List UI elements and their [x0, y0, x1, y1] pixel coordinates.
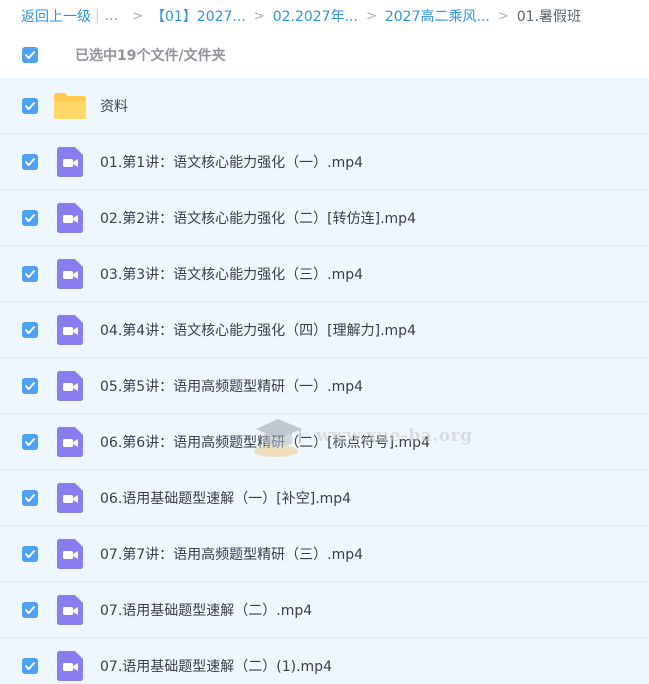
file-name[interactable]: 05.第5讲：语用高频题型精研（一）.mp4: [100, 376, 363, 396]
video-icon-wrap: [53, 369, 87, 403]
video-file-icon: [57, 202, 83, 233]
breadcrumb-item-2[interactable]: 02.2027年...: [273, 6, 358, 26]
file-checkbox[interactable]: [22, 209, 38, 226]
checkmark-icon: [25, 269, 35, 278]
back-link[interactable]: 返回上一级: [21, 6, 91, 26]
file-row[interactable]: 04.第4讲：语文核心能力强化（四）[理解力].mp4: [0, 302, 649, 358]
checkmark-icon: [25, 325, 35, 334]
checkmark-icon: [25, 549, 35, 558]
select-all-bar: 已选中19个文件/文件夹: [0, 32, 649, 78]
checkmark-icon: [25, 157, 35, 166]
file-row[interactable]: 01.第1讲：语文核心能力强化（一）.mp4: [0, 134, 649, 190]
file-browser: 返回上一级 | ... > 【01】2027... > 02.2027年... …: [0, 0, 649, 684]
video-file-icon: [57, 146, 83, 177]
file-name[interactable]: 06.第6讲：语用高频题型精研（二）[标点符号].mp4: [100, 432, 430, 452]
file-checkbox[interactable]: [22, 321, 38, 338]
file-checkbox[interactable]: [22, 545, 38, 562]
video-file-icon: [57, 314, 83, 345]
video-icon-wrap: [53, 145, 87, 179]
file-checkbox[interactable]: [22, 489, 38, 506]
file-name[interactable]: 07.第7讲：语用高频题型精研（三）.mp4: [100, 544, 363, 564]
file-name[interactable]: 07.语用基础题型速解（二）(1).mp4: [100, 656, 332, 676]
file-list: 资料 01.第1讲：语文核心能力强化（一）.mp4 02.第2讲：语文核心能力强化（…: [0, 78, 649, 684]
checkmark-icon: [25, 661, 35, 670]
file-checkbox[interactable]: [22, 153, 38, 170]
checkmark-icon: [25, 605, 35, 614]
file-checkbox[interactable]: [22, 265, 38, 282]
checkmark-icon: [25, 381, 35, 390]
checkmark-icon: [25, 213, 35, 222]
file-name[interactable]: 02.第2讲：语文核心能力强化（二）[转仿连].mp4: [100, 208, 416, 228]
file-checkbox[interactable]: [22, 377, 38, 394]
chevron-right-icon: >: [497, 8, 509, 24]
file-name[interactable]: 03.第3讲：语文核心能力强化（三）.mp4: [100, 264, 363, 284]
video-icon-wrap: [53, 425, 87, 459]
file-row[interactable]: 07.第7讲：语用高频题型精研（三）.mp4: [0, 526, 649, 582]
chevron-right-icon: >: [132, 8, 143, 24]
file-name[interactable]: 资料: [100, 96, 128, 116]
file-row[interactable]: 02.第2讲：语文核心能力强化（二）[转仿连].mp4: [0, 190, 649, 246]
video-icon-wrap: [53, 649, 87, 683]
file-row[interactable]: 05.第5讲：语用高频题型精研（一）.mp4: [0, 358, 649, 414]
breadcrumb-ellipsis[interactable]: ...: [105, 8, 118, 24]
video-icon-wrap: [53, 201, 87, 235]
video-icon-wrap: [53, 481, 87, 515]
checkmark-icon: [25, 437, 35, 446]
file-checkbox[interactable]: [22, 433, 38, 450]
file-checkbox[interactable]: [22, 97, 38, 114]
folder-icon-wrap: [53, 89, 87, 123]
chevron-right-icon: >: [253, 8, 265, 24]
file-name[interactable]: 01.第1讲：语文核心能力强化（一）.mp4: [100, 152, 363, 172]
file-row[interactable]: 07.语用基础题型速解（二）.mp4: [0, 582, 649, 638]
breadcrumb: 返回上一级 | ... > 【01】2027... > 02.2027年... …: [0, 0, 649, 32]
file-row[interactable]: 03.第3讲：语文核心能力强化（三）.mp4: [0, 246, 649, 302]
checkmark-icon: [25, 101, 35, 110]
breadcrumb-item-3[interactable]: 2027高二乘风...: [385, 6, 490, 26]
video-file-icon: [57, 650, 83, 681]
file-name[interactable]: 04.第4讲：语文核心能力强化（四）[理解力].mp4: [100, 320, 416, 340]
file-name[interactable]: 06.语用基础题型速解（一）[补空].mp4: [100, 488, 351, 508]
video-file-icon: [57, 482, 83, 513]
checkmark-icon: [25, 51, 35, 59]
checkmark-icon: [25, 493, 35, 502]
selection-count: 已选中19个文件/文件夹: [75, 48, 226, 64]
file-row[interactable]: 07.语用基础题型速解（二）(1).mp4: [0, 638, 649, 684]
video-file-icon: [57, 426, 83, 457]
video-file-icon: [57, 370, 83, 401]
video-icon-wrap: [53, 593, 87, 627]
file-row[interactable]: 06.第6讲：语用高频题型精研（二）[标点符号].mp4: [0, 414, 649, 470]
chevron-right-icon: >: [365, 8, 377, 24]
video-icon-wrap: [53, 537, 87, 571]
breadcrumb-current: 01.暑假班: [516, 9, 581, 25]
video-icon-wrap: [53, 313, 87, 347]
video-file-icon: [57, 594, 83, 625]
video-file-icon: [57, 538, 83, 569]
select-all-checkbox[interactable]: [22, 47, 38, 63]
file-name[interactable]: 07.语用基础题型速解（二）.mp4: [100, 600, 312, 620]
file-checkbox[interactable]: [22, 601, 38, 618]
breadcrumb-divider: |: [95, 8, 100, 24]
video-file-icon: [57, 258, 83, 289]
file-row[interactable]: 资料: [0, 78, 649, 134]
folder-icon: [54, 92, 86, 119]
breadcrumb-item-1[interactable]: 【01】2027...: [151, 6, 246, 26]
file-checkbox[interactable]: [22, 657, 38, 674]
file-row[interactable]: 06.语用基础题型速解（一）[补空].mp4: [0, 470, 649, 526]
video-icon-wrap: [53, 257, 87, 291]
